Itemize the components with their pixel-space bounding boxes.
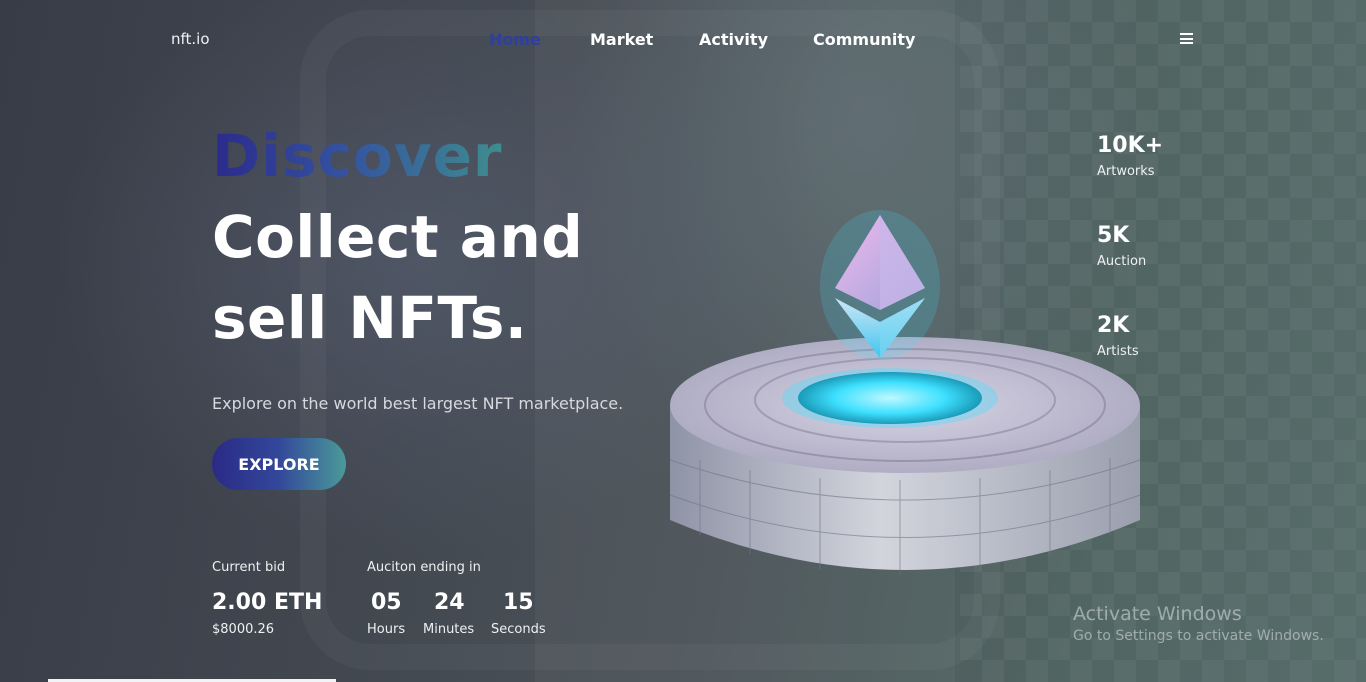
explore-button[interactable]: EXPLORE (212, 438, 346, 490)
site-logo[interactable]: nft.io (171, 30, 210, 48)
current-bid-label: Current bid (212, 560, 286, 575)
countdown-minutes: 24 (434, 590, 465, 615)
hamburger-icon[interactable] (1180, 33, 1193, 44)
stat-artworks-value: 10K+ (1097, 133, 1164, 158)
stat-artworks-label: Artworks (1097, 164, 1155, 179)
windows-activation-title: Activate Windows (1073, 603, 1242, 625)
countdown-seconds-label: Seconds (491, 622, 546, 637)
hero-title-line-1: Collect and (212, 203, 584, 271)
current-bid-value: 2.00 ETH (212, 590, 323, 615)
countdown-hours: 05 (371, 590, 402, 615)
top-navigation: nft.io Home Market Activity Community (0, 0, 1366, 80)
auction-ending-label: Auciton ending in (367, 560, 481, 575)
nav-link-community[interactable]: Community (813, 30, 915, 49)
hero-title-line-2: sell NFTs. (212, 284, 528, 352)
current-bid-usd: $8000.26 (212, 622, 275, 637)
nav-link-home[interactable]: Home (489, 30, 541, 49)
nft-artwork (669, 210, 1141, 575)
nav-link-activity[interactable]: Activity (699, 30, 768, 49)
countdown-minutes-label: Minutes (423, 622, 475, 637)
ethereum-icon (820, 210, 940, 360)
hero-subtitle: Explore on the world best largest NFT ma… (212, 394, 624, 413)
countdown-hours-label: Hours (367, 622, 406, 637)
portal-glow (798, 372, 982, 424)
countdown-seconds: 15 (503, 590, 534, 615)
windows-activation-subtitle: Go to Settings to activate Windows. (1073, 628, 1324, 644)
nav-link-market[interactable]: Market (590, 30, 653, 49)
hero-highlight-word: Discover (212, 122, 503, 190)
